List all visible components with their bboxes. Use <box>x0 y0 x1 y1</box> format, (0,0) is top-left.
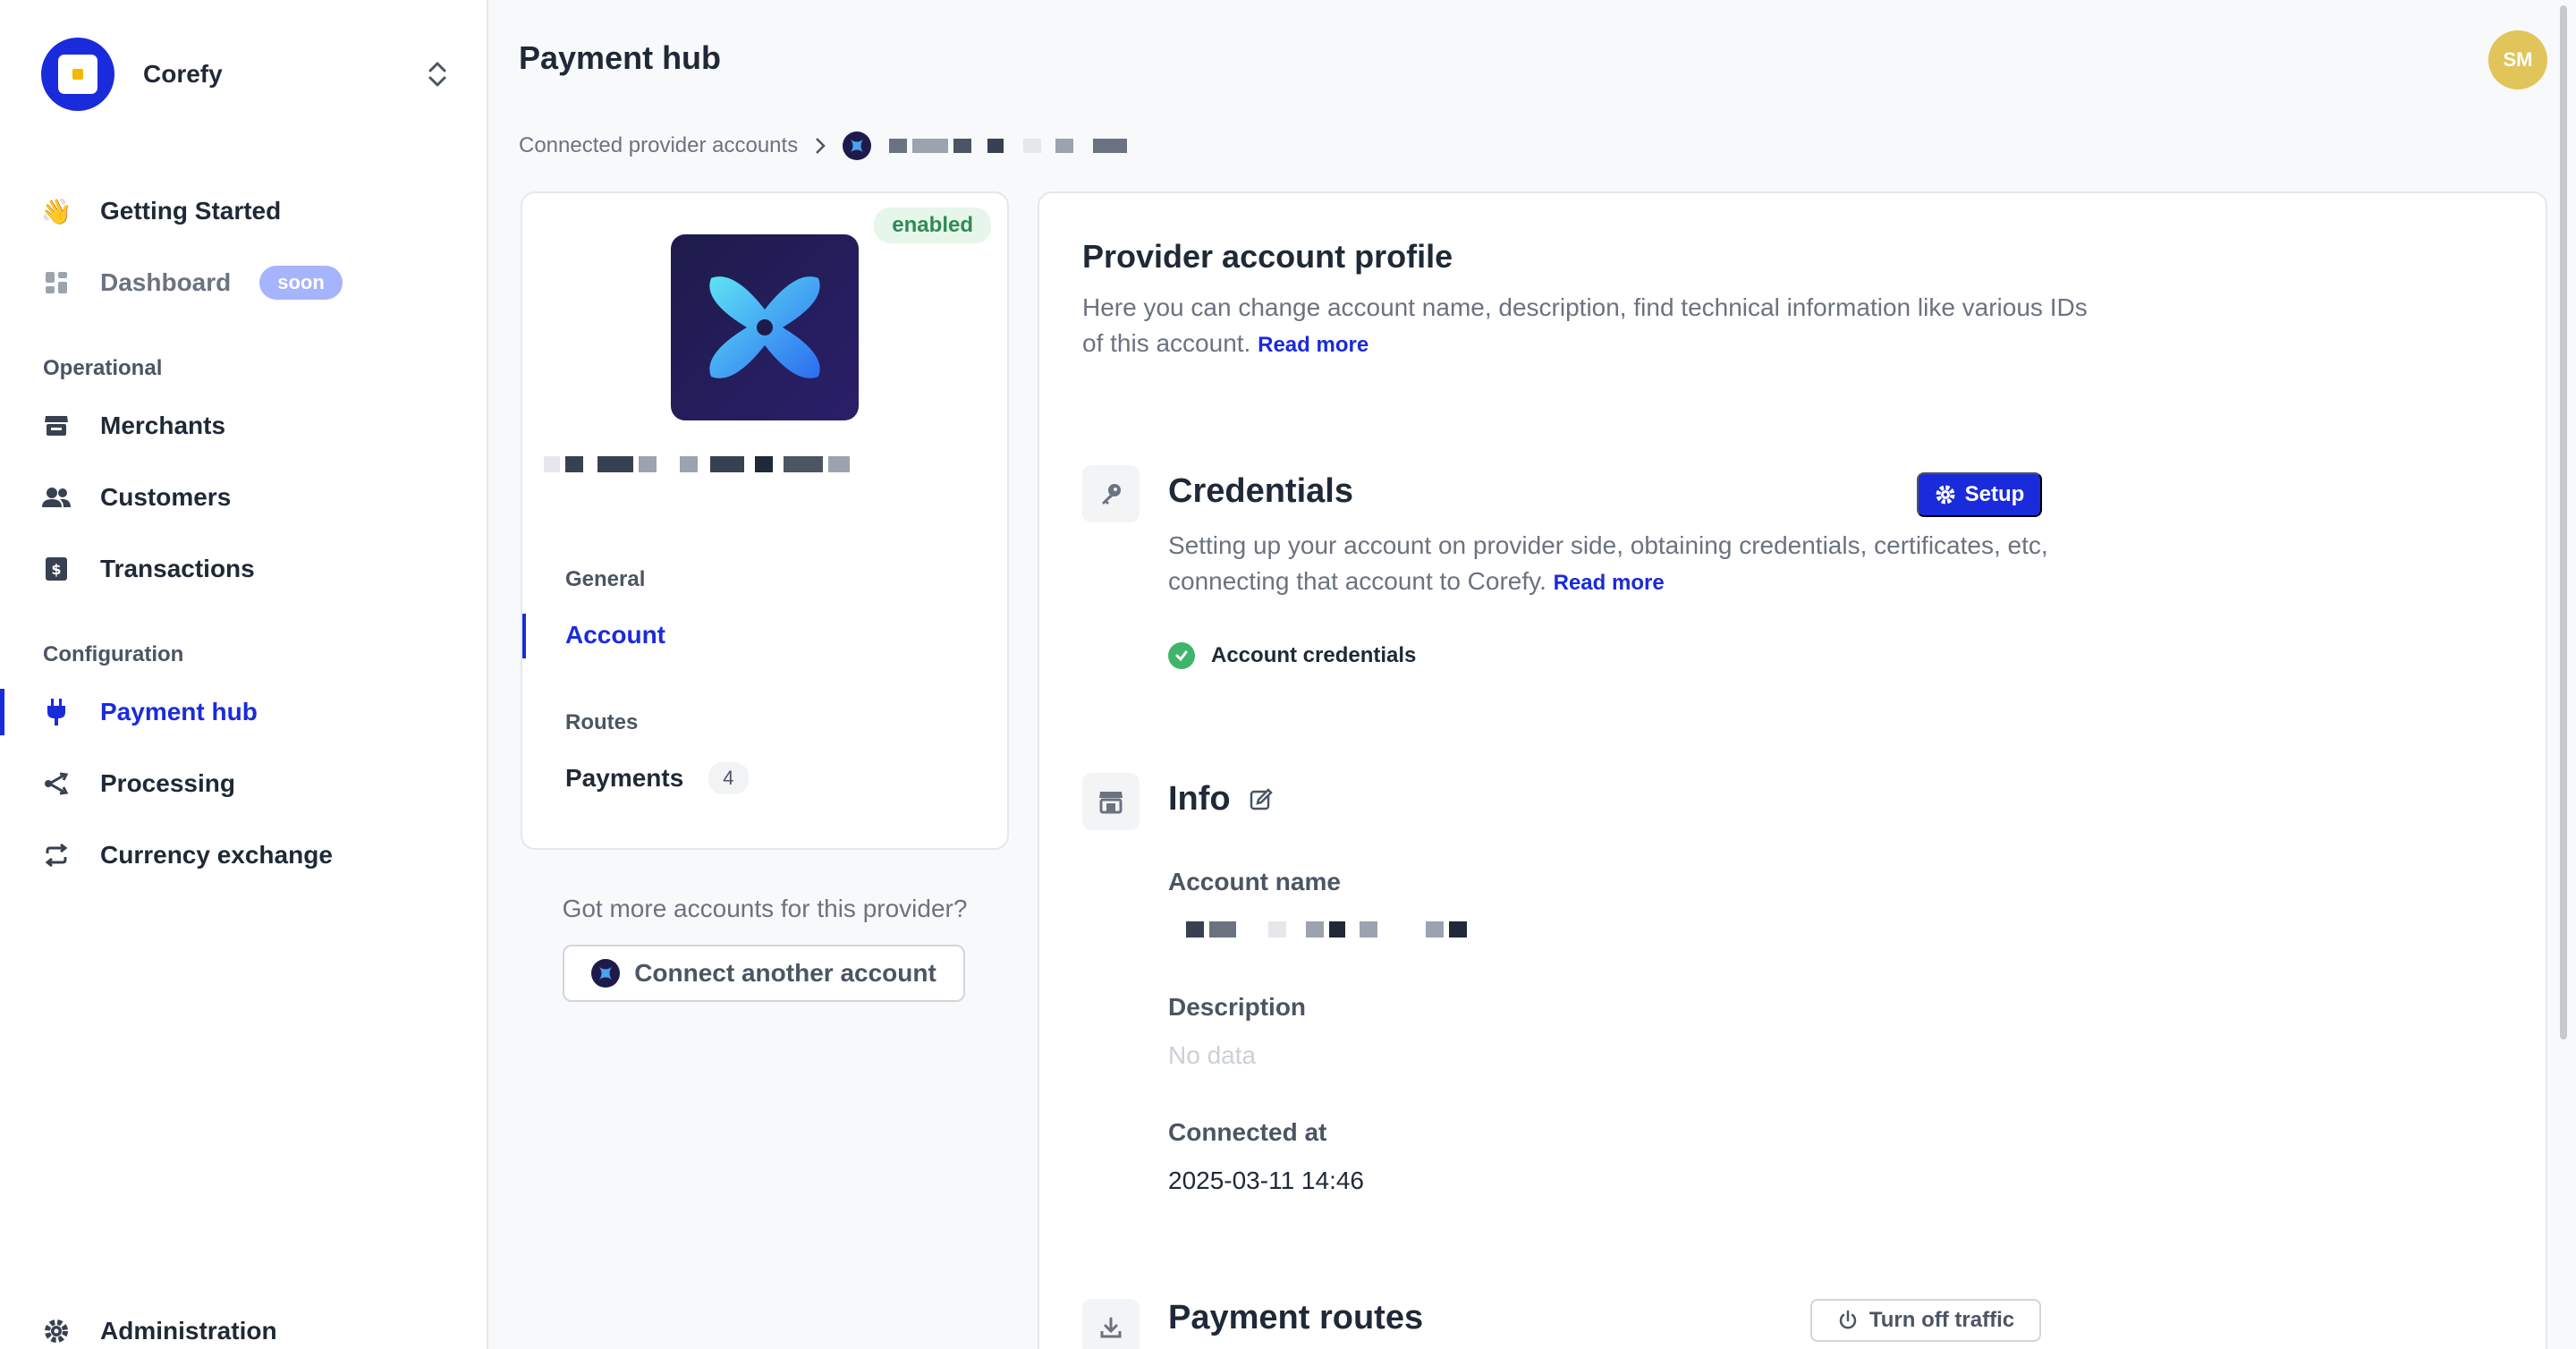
profile-title: Provider account profile <box>1082 238 1453 275</box>
description-label: Description <box>1168 993 1307 1021</box>
provider-logo <box>671 234 859 420</box>
connected-at-label: Connected at <box>1168 1118 1327 1146</box>
exchange-icon <box>41 840 72 870</box>
setup-button[interactable]: Setup <box>1917 472 2042 517</box>
edit-icon[interactable] <box>1249 787 1274 812</box>
nav-payments-label: Payments <box>565 764 684 792</box>
redacted-provider-name <box>544 456 855 472</box>
credentials-title: Credentials <box>1168 472 1353 510</box>
connect-button-label: Connect another account <box>634 959 936 987</box>
payments-count-badge: 4 <box>708 762 749 794</box>
waving-hand-icon: 👋 <box>40 197 72 225</box>
sidebar-item-label: Getting Started <box>100 197 282 225</box>
payment-routes-title: Payment routes <box>1168 1299 1424 1336</box>
sidebar-item-customers[interactable]: Customers <box>0 469 487 526</box>
sidebar-item-label: Payment hub <box>100 698 258 725</box>
soon-badge: soon <box>259 266 343 300</box>
provider-logo-icon <box>843 132 872 160</box>
section-operational: Operational <box>43 356 163 380</box>
redacted-account-name-value <box>1168 921 1472 938</box>
account-name-label: Account name <box>1168 868 1341 895</box>
chevron-updown-icon[interactable] <box>422 57 453 91</box>
corefy-logo <box>41 38 114 111</box>
key-icon <box>1082 465 1140 522</box>
share-flow-icon <box>41 768 72 799</box>
sidebar-item-getting-started[interactable]: 👋 Getting Started <box>0 182 487 240</box>
sidebar-item-currency-exchange[interactable]: Currency exchange <box>0 827 487 884</box>
nav-account[interactable]: Account <box>565 621 665 649</box>
description-value: No data <box>1168 1041 1257 1069</box>
section-configuration: Configuration <box>43 642 184 666</box>
credentials-read-more-link[interactable]: Read more <box>1554 571 1665 595</box>
general-section-title: General <box>565 567 646 591</box>
brand-name: Corefy <box>143 60 223 88</box>
page-title: Payment hub <box>519 39 722 76</box>
gear-icon <box>1936 485 1955 505</box>
store-icon <box>41 411 72 441</box>
nav-payments[interactable]: Payments 4 <box>565 762 749 794</box>
profile-description: Here you can change account name, descri… <box>1082 290 2111 363</box>
users-icon <box>41 482 72 513</box>
store-icon <box>1082 773 1140 830</box>
sidebar-item-label: Currency exchange <box>100 841 333 869</box>
sidebar-item-label: Transactions <box>100 555 255 582</box>
dashboard-icon <box>41 267 72 298</box>
provider-profile-card: Provider account profile Here you can ch… <box>1038 191 2547 1349</box>
sidebar-item-payment-hub[interactable]: Payment hub <box>0 683 487 741</box>
avatar[interactable]: SM <box>2488 30 2547 89</box>
account-credentials-item: Account credentials <box>1168 642 1416 669</box>
sidebar-item-label: Merchants <box>100 411 226 439</box>
info-title: Info <box>1168 780 1231 818</box>
scrollbar[interactable] <box>2560 5 2567 1039</box>
credentials-description: Setting up your account on provider side… <box>1168 528 2063 601</box>
brand-switcher[interactable]: Corefy <box>41 38 453 111</box>
provider-logo-icon <box>591 959 621 988</box>
active-indicator <box>522 614 526 658</box>
sidebar-item-transactions[interactable]: $ Transactions <box>0 540 487 598</box>
setup-label: Setup <box>1964 482 2025 506</box>
sidebar-item-label: Customers <box>100 483 232 511</box>
check-circle-icon <box>1168 642 1195 669</box>
power-icon <box>1839 1310 1857 1329</box>
sidebar-item-merchants[interactable]: Merchants <box>0 397 487 454</box>
sidebar-item-processing[interactable]: Processing <box>0 755 487 812</box>
download-icon <box>1082 1299 1140 1349</box>
provider-summary-card: enabled General Account Routes Payments … <box>521 191 1009 850</box>
chevron-right-icon <box>816 138 826 154</box>
sidebar-item-label: Processing <box>100 769 235 797</box>
redacted-account-name <box>889 139 1132 153</box>
profile-read-more-link[interactable]: Read more <box>1258 333 1368 357</box>
account-credentials-label: Account credentials <box>1211 643 1417 667</box>
routes-section-title: Routes <box>565 710 639 734</box>
sidebar-item-dashboard[interactable]: Dashboard soon <box>0 254 487 311</box>
turn-off-traffic-button[interactable]: Turn off traffic <box>1810 1299 2041 1342</box>
sidebar-item-label: Administration <box>100 1317 277 1345</box>
breadcrumb: Connected provider accounts <box>519 131 1132 161</box>
status-badge: enabled <box>874 208 991 243</box>
svg-text:$: $ <box>51 561 61 578</box>
gear-icon <box>41 1316 72 1346</box>
connected-at-value: 2025-03-11 14:46 <box>1168 1167 1364 1194</box>
plug-icon <box>41 697 72 727</box>
connect-another-account-button[interactable]: Connect another account <box>563 945 965 1002</box>
sidebar-item-label: Dashboard <box>100 268 232 296</box>
info-title-row: Info <box>1168 780 1274 819</box>
breadcrumb-parent[interactable]: Connected provider accounts <box>519 133 798 158</box>
sidebar: Corefy 👋 Getting Started Dashboard soon … <box>0 0 488 1349</box>
profile-description-text: Here you can change account name, descri… <box>1082 293 2088 357</box>
turn-off-traffic-label: Turn off traffic <box>1868 1308 2015 1332</box>
more-accounts-prompt: Got more accounts for this provider? <box>562 895 968 922</box>
dollar-icon: $ <box>41 554 72 584</box>
sidebar-item-administration[interactable]: Administration <box>0 1302 487 1349</box>
